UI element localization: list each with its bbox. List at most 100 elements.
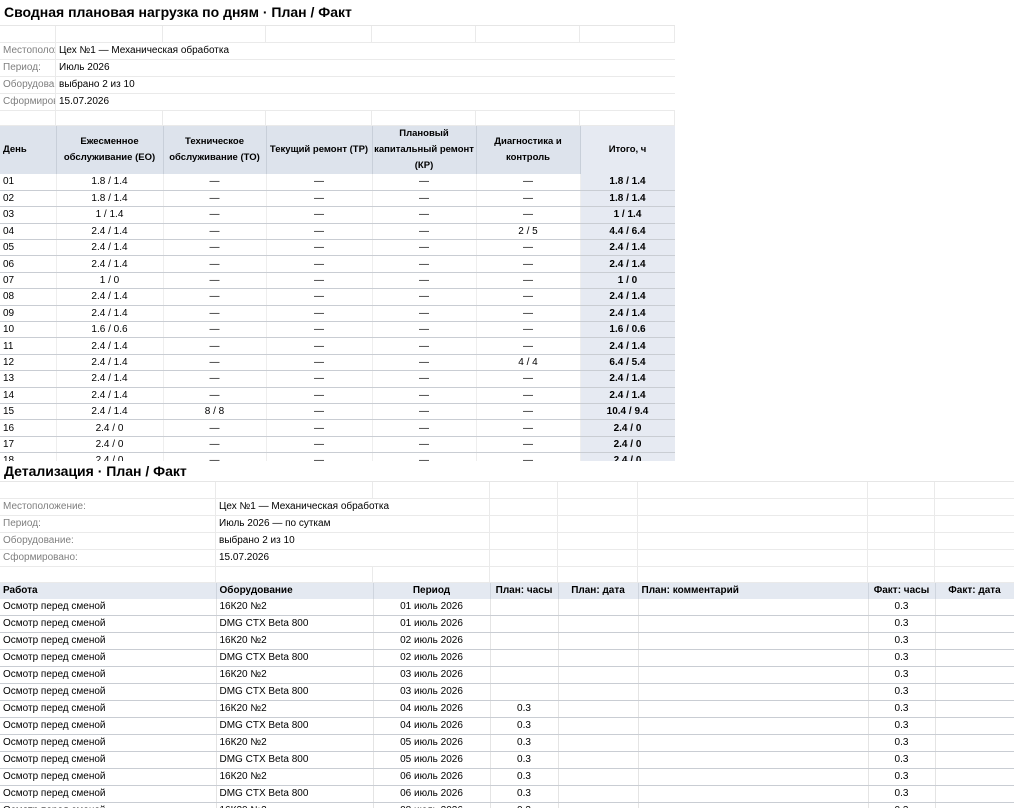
cell-kr[interactable]: —	[372, 419, 477, 437]
cell-diag[interactable]: —	[476, 436, 581, 454]
cell-plan-comment[interactable]	[638, 751, 869, 769]
col-header-total[interactable]: Итого, ч	[580, 126, 675, 174]
cell-plan-date[interactable]	[558, 632, 639, 650]
cell-day[interactable]: 03	[0, 206, 57, 224]
cell-day[interactable]: 18	[0, 452, 57, 461]
cell-day[interactable]: 04	[0, 223, 57, 241]
cell-kr[interactable]: —	[372, 354, 477, 372]
col-header-work[interactable]: Работа	[0, 583, 217, 599]
cell-day[interactable]: 09	[0, 305, 57, 323]
cell-kr[interactable]: —	[372, 387, 477, 404]
cell-plan-hours[interactable]	[490, 599, 559, 616]
cell-total[interactable]: 2.4 / 0	[579, 436, 675, 454]
cell-equipment[interactable]: 16К20 №2	[216, 700, 374, 718]
cell-eo[interactable]: 2.4 / 0	[56, 436, 164, 454]
col-header-diag[interactable]: Диагностика и контроль	[476, 126, 581, 174]
cell-work[interactable]: Осмотр перед сменой	[0, 768, 217, 786]
col-header-eo[interactable]: Ежесменное обслуживание (ЕО)	[56, 126, 164, 174]
cell-diag[interactable]: —	[476, 403, 581, 421]
cell-fact-hours[interactable]: 0.3	[868, 700, 936, 718]
cell-period[interactable]: 05 июль 2026	[373, 751, 491, 769]
meta-value[interactable]: Цех №1 — Механическая обработка	[216, 499, 490, 515]
cell-fact-hours[interactable]: 0.3	[868, 768, 936, 786]
cell-kr[interactable]: —	[372, 206, 477, 224]
cell-tr[interactable]: —	[266, 337, 373, 355]
cell-diag[interactable]: —	[476, 305, 581, 323]
cell-eo[interactable]: 2.4 / 1.4	[56, 255, 164, 273]
cell-plan-date[interactable]	[558, 599, 639, 616]
cell-diag[interactable]: —	[476, 387, 581, 404]
cell-day[interactable]: 05	[0, 239, 57, 257]
cell-tr[interactable]: —	[266, 403, 373, 421]
cell-plan-date[interactable]	[558, 649, 639, 667]
cell-plan-date[interactable]	[558, 717, 639, 735]
cell-plan-comment[interactable]	[638, 649, 869, 667]
col-header-kr[interactable]: Плановый капитальный ремонт (КР)	[372, 126, 477, 174]
cell-work[interactable]: Осмотр перед сменой	[0, 632, 217, 650]
cell-kr[interactable]: —	[372, 190, 477, 208]
cell-fact-date[interactable]	[935, 785, 1014, 803]
cell-kr[interactable]: —	[372, 239, 477, 257]
col-header-fact-hours[interactable]: Факт: часы	[868, 583, 936, 599]
cell-total[interactable]: 2.4 / 1.4	[579, 337, 675, 355]
meta-value[interactable]: выбрано 2 из 10	[56, 77, 675, 93]
meta-value[interactable]: 15.07.2026	[56, 94, 675, 110]
cell-to[interactable]: —	[163, 452, 267, 461]
cell-period[interactable]: 08 июль 2026	[373, 802, 491, 808]
cell-work[interactable]: Осмотр перед сменой	[0, 717, 217, 735]
cell-plan-comment[interactable]	[638, 785, 869, 803]
cell-kr[interactable]: —	[372, 174, 477, 191]
col-header-tr[interactable]: Текущий ремонт (ТР)	[266, 126, 373, 174]
cell-diag[interactable]: —	[476, 206, 581, 224]
cell-fact-hours[interactable]: 0.3	[868, 751, 936, 769]
cell-kr[interactable]: —	[372, 403, 477, 421]
cell-plan-comment[interactable]	[638, 768, 869, 786]
cell-diag[interactable]: —	[476, 370, 581, 388]
cell-tr[interactable]: —	[266, 174, 373, 191]
cell-to[interactable]: —	[163, 387, 267, 404]
cell-period[interactable]: 01 июль 2026	[373, 599, 491, 616]
cell-plan-comment[interactable]	[638, 683, 869, 701]
cell-tr[interactable]: —	[266, 452, 373, 461]
cell-eo[interactable]: 2.4 / 1.4	[56, 239, 164, 257]
cell-kr[interactable]: —	[372, 305, 477, 323]
cell-plan-hours[interactable]: 0.3	[490, 700, 559, 718]
cell-fact-date[interactable]	[935, 615, 1014, 633]
cell-tr[interactable]: —	[266, 223, 373, 241]
cell-eo[interactable]: 1.6 / 0.6	[56, 321, 164, 339]
cell-tr[interactable]: —	[266, 206, 373, 224]
cell-equipment[interactable]: DMG CTX Beta 800	[216, 785, 374, 803]
cell-to[interactable]: —	[163, 305, 267, 323]
cell-period[interactable]: 05 июль 2026	[373, 734, 491, 752]
cell-day[interactable]: 08	[0, 288, 57, 306]
cell-eo[interactable]: 2.4 / 1.4	[56, 387, 164, 404]
cell-day[interactable]: 17	[0, 436, 57, 454]
cell-equipment[interactable]: 16К20 №2	[216, 768, 374, 786]
cell-diag[interactable]: —	[476, 419, 581, 437]
cell-work[interactable]: Осмотр перед сменой	[0, 683, 217, 701]
cell-diag[interactable]: —	[476, 190, 581, 208]
cell-eo[interactable]: 1.8 / 1.4	[56, 190, 164, 208]
col-header-plan-hours[interactable]: План: часы	[490, 583, 559, 599]
cell-day[interactable]: 12	[0, 354, 57, 372]
cell-day[interactable]: 11	[0, 337, 57, 355]
cell-period[interactable]: 06 июль 2026	[373, 785, 491, 803]
cell-fact-date[interactable]	[935, 599, 1014, 616]
cell-fact-date[interactable]	[935, 666, 1014, 684]
cell-tr[interactable]: —	[266, 190, 373, 208]
cell-work[interactable]: Осмотр перед сменой	[0, 649, 217, 667]
cell-work[interactable]: Осмотр перед сменой	[0, 734, 217, 752]
cell-plan-hours[interactable]	[490, 649, 559, 667]
cell-diag[interactable]: —	[476, 239, 581, 257]
cell-to[interactable]: —	[163, 419, 267, 437]
cell-equipment[interactable]: 16К20 №2	[216, 802, 374, 808]
cell-eo[interactable]: 2.4 / 0	[56, 419, 164, 437]
cell-fact-hours[interactable]: 0.3	[868, 649, 936, 667]
cell-plan-date[interactable]	[558, 666, 639, 684]
cell-eo[interactable]: 2.4 / 1.4	[56, 305, 164, 323]
cell-tr[interactable]: —	[266, 272, 373, 290]
cell-total[interactable]: 2.4 / 0	[579, 419, 675, 437]
cell-equipment[interactable]: DMG CTX Beta 800	[216, 615, 374, 633]
cell-period[interactable]: 03 июль 2026	[373, 666, 491, 684]
col-header-equipment[interactable]: Оборудование	[216, 583, 374, 599]
